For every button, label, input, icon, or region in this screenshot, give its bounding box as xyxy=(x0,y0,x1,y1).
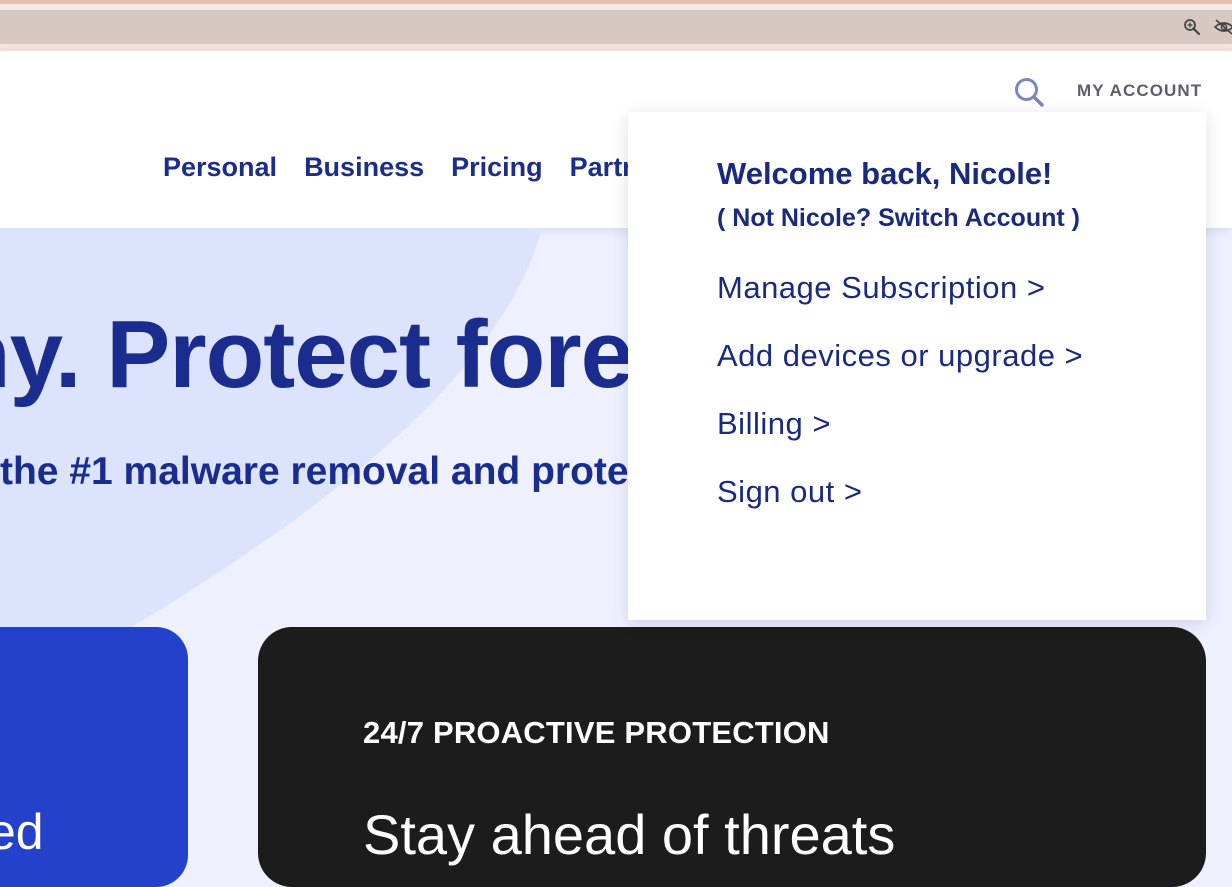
protection-card[interactable]: 24/7 PROACTIVE PROTECTION Stay ahead of … xyxy=(258,627,1206,887)
sign-out-link[interactable]: Sign out > xyxy=(717,474,862,510)
protection-card-heading: Stay ahead of threats xyxy=(363,803,896,866)
nav-pricing[interactable]: Pricing xyxy=(451,152,543,183)
search-icon[interactable] xyxy=(1013,76,1045,108)
protection-card-eyebrow: 24/7 PROACTIVE PROTECTION xyxy=(363,715,830,750)
browser-address-bar[interactable] xyxy=(0,10,1232,44)
blue-feature-card[interactable]: ed xyxy=(0,627,188,887)
account-dropdown: Welcome back, Nicole! ( Not Nicole? Swit… xyxy=(628,112,1206,620)
eye-slash-icon[interactable] xyxy=(1213,18,1232,36)
welcome-message: Welcome back, Nicole! xyxy=(717,156,1053,191)
zoom-in-icon[interactable] xyxy=(1183,18,1201,36)
billing-link[interactable]: Billing > xyxy=(717,406,831,442)
hero-subtitle: the #1 malware removal and prote xyxy=(0,450,629,493)
switch-account-link[interactable]: ( Not Nicole? Switch Account ) xyxy=(717,204,1080,233)
hero-title: ny. Protect forev xyxy=(0,301,686,408)
manage-subscription-link[interactable]: Manage Subscription > xyxy=(717,270,1045,306)
browser-bar-bottom xyxy=(0,44,1232,51)
add-devices-link[interactable]: Add devices or upgrade > xyxy=(717,338,1083,374)
blue-card-text: ed xyxy=(0,804,44,860)
main-nav: Personal Business Pricing Partn xyxy=(163,152,639,183)
my-account-link[interactable]: MY ACCOUNT xyxy=(1077,81,1202,101)
nav-business[interactable]: Business xyxy=(304,152,424,183)
nav-personal[interactable]: Personal xyxy=(163,152,277,183)
